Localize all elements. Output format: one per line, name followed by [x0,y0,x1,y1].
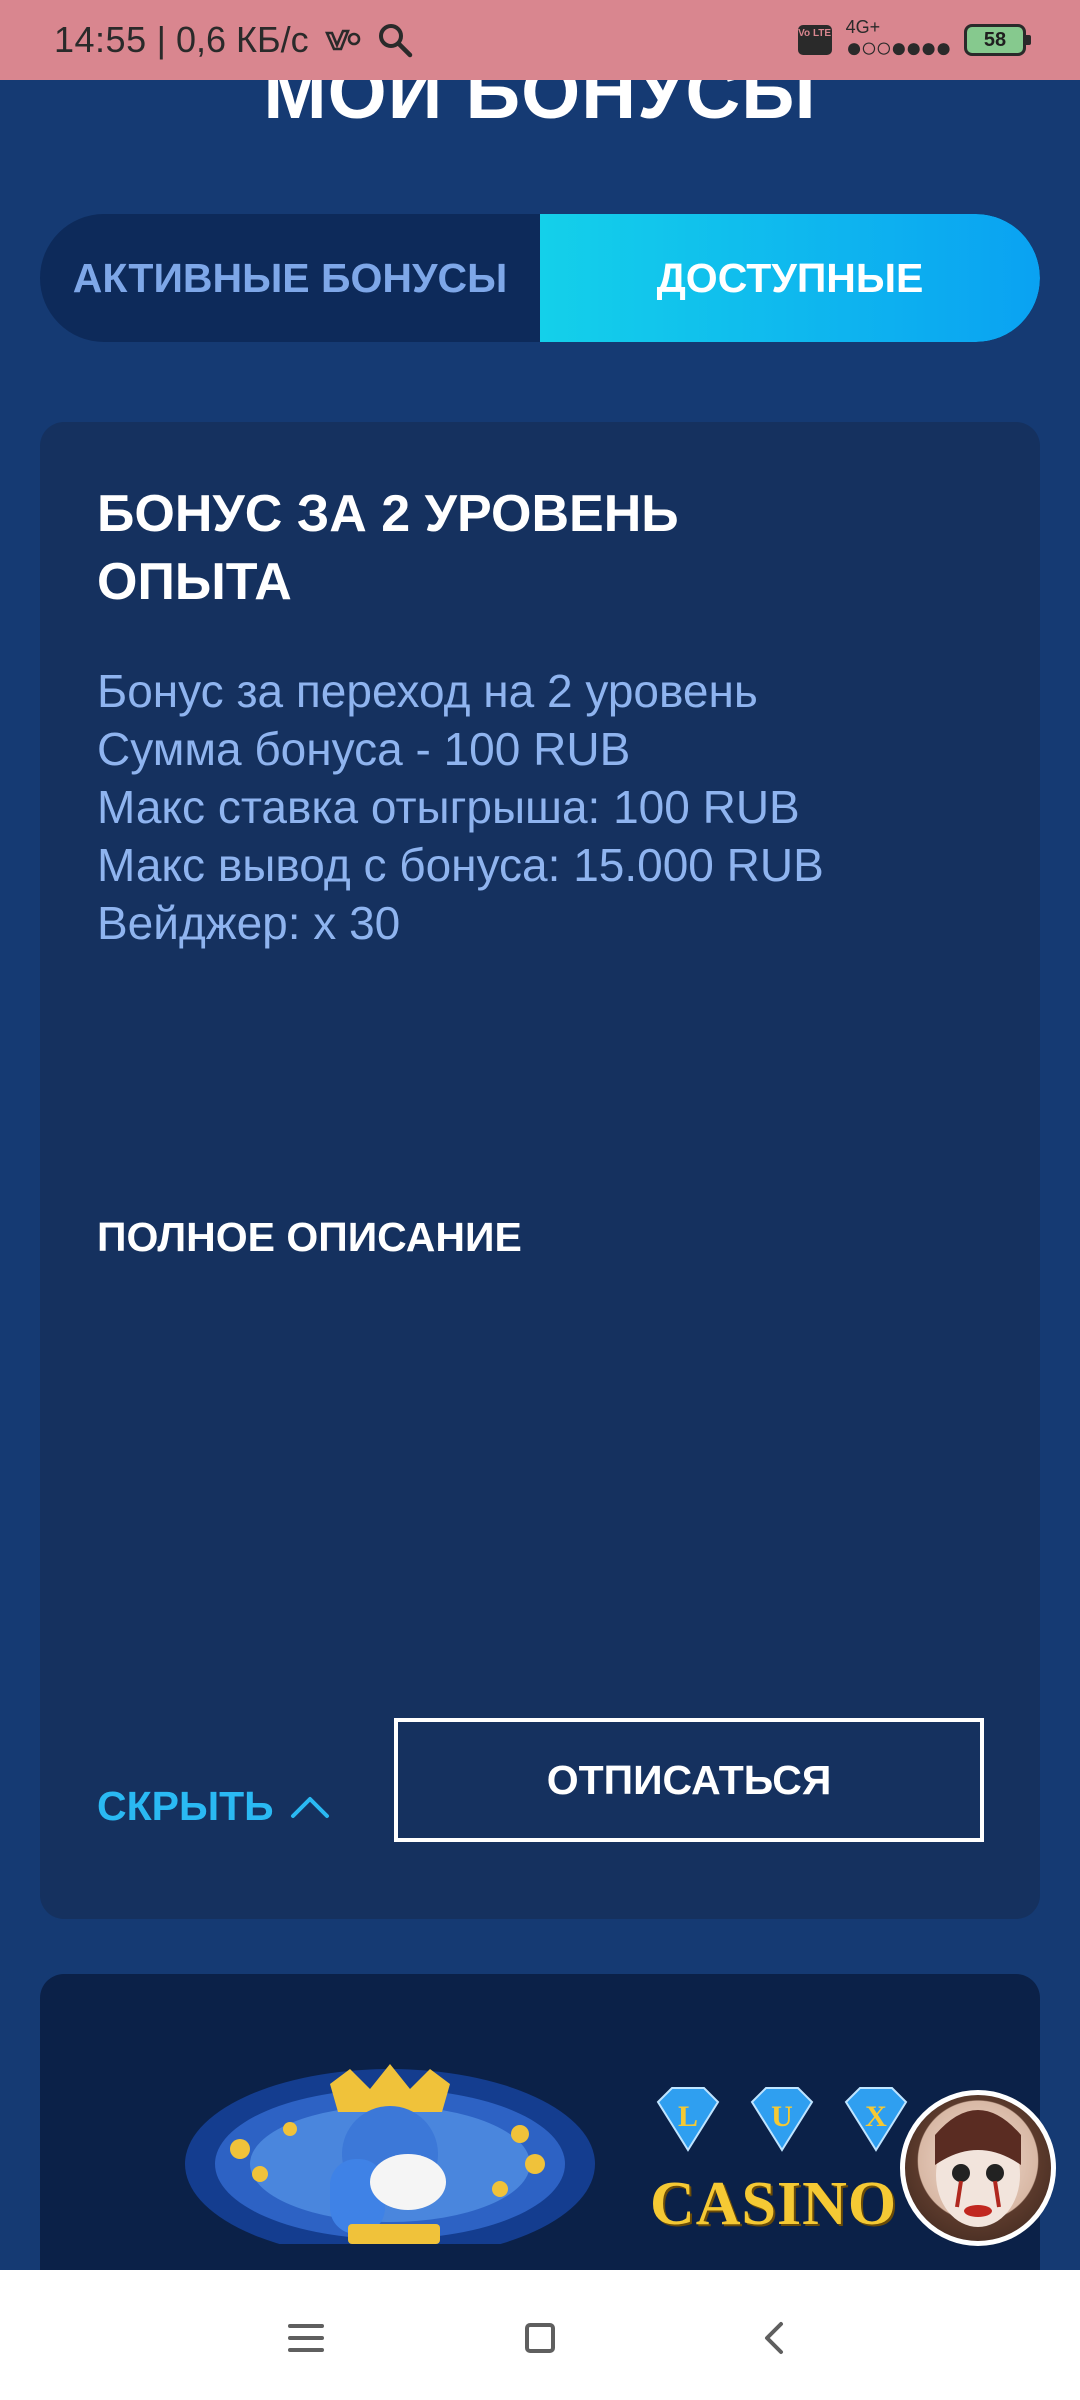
diamond-icon: L [656,2087,720,2152]
vk-icon [324,25,361,55]
status-speed: 0,6 КБ/с [175,19,309,60]
bonus-card: БОНУС ЗА 2 УРОВЕНЬ ОПЫТА Бонус за перехо… [40,422,1040,1919]
bonus-desc-line: Сумма бонуса - 100 RUB [97,723,631,775]
full-description-link[interactable]: ПОЛНОЕ ОПИСАНИЕ [97,1214,522,1261]
hide-label: СКРЫТЬ [97,1782,274,1829]
signal-dots: ●○○●●●● [845,31,952,63]
status-right: Vo LTE 4G+ ●○○●●●● 58 [797,17,1031,64]
navigation-bar [0,2270,1080,2400]
lux-letter: X [865,2100,887,2133]
signal-icon: 4G+ ●○○●●●● [845,17,952,64]
battery-icon: 58 [964,24,1031,56]
chevron-up-icon [290,1783,330,1830]
status-time: 14:55 [54,19,147,60]
bonus-desc-line: Макс ставка отыгрыша: 100 RUB [97,781,800,833]
lux-diamonds: L U X [650,2084,920,2154]
bonus-desc-line: Бонус за переход на 2 уровень [97,665,758,717]
bonus-description: Бонус за переход на 2 уровень Сумма бону… [97,662,997,952]
bonus-title: БОНУС ЗА 2 УРОВЕНЬ ОПЫТА [97,480,797,616]
bonus-tabs: АКТИВНЫЕ БОНУСЫ ДОСТУПНЫЕ [40,214,1040,342]
tab-available[interactable]: ДОСТУПНЫЕ [540,214,1040,342]
tab-active-bonuses[interactable]: АКТИВНЫЕ БОНУСЫ [40,214,540,342]
bonus-desc-line: Макс вывод с бонуса: 15.000 RUB [97,839,824,891]
lux-casino-logo: L U X CASINO [650,2084,920,2244]
promo-emblem-image [180,2064,600,2259]
bonus-title-line-1: БОНУС ЗА 2 УРОВЕНЬ [97,485,679,543]
diamond-icon: X [844,2087,908,2152]
diamond-icon: U [750,2087,814,2152]
bonus-title-line-2: ОПЫТА [97,553,292,611]
bonus-desc-line: Вейджер: x 30 [97,897,401,949]
promo-card[interactable]: L U X CASINO [40,1974,1040,2274]
status-bar: 14:55 | 0,6 КБ/с Vo LTE 4G+ ●○○●●●● 58 [0,0,1080,80]
chat-avatar[interactable] [900,2090,1056,2246]
lux-letter: U [771,2100,793,2133]
home-icon[interactable] [510,2308,570,2368]
unsubscribe-button[interactable]: ОТПИСАТЬСЯ [394,1718,984,1842]
menu-icon[interactable] [276,2308,336,2368]
hide-button[interactable]: СКРЫТЬ [97,1762,330,1850]
battery-level: 58 [983,28,1007,51]
page: 14:55 | 0,6 КБ/с Vo LTE 4G+ ●○○●●●● 58 М… [0,0,1080,2400]
back-icon[interactable] [744,2308,804,2368]
volte-icon: Vo LTE [797,25,832,55]
lux-casino-text: CASINO [650,2170,898,2238]
status-separator: | [156,19,166,60]
search-icon [377,22,413,58]
lux-letter: L [678,2100,698,2133]
